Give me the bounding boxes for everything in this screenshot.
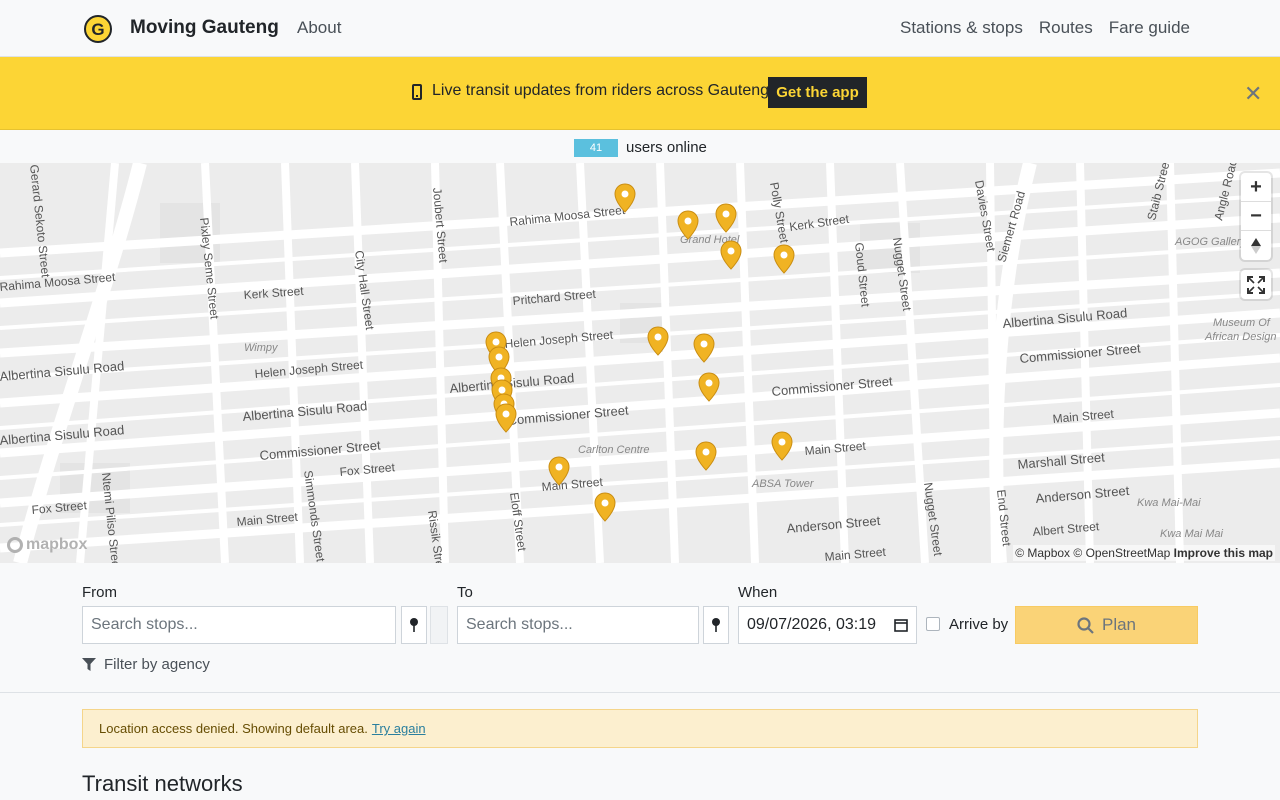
nav-right-links: Stations & stops Routes Fare guide — [900, 18, 1190, 38]
map-background[interactable]: Rahima Moosa Street Kerk Street Polly St… — [0, 163, 1280, 563]
stop-marker[interactable] — [693, 333, 715, 363]
datetime-input[interactable]: 09/07/2026, 03:19 — [738, 606, 917, 644]
to-label: To — [457, 584, 473, 601]
stop-marker[interactable] — [495, 403, 517, 433]
map-zoom-controls: + − — [1241, 173, 1271, 260]
stop-marker[interactable] — [771, 431, 793, 461]
map-label: Wimpy — [244, 342, 279, 354]
map-label: African Design — [1204, 331, 1277, 343]
nav-routes-link[interactable]: Routes — [1039, 18, 1093, 38]
banner-text: Live transit updates from riders across … — [432, 82, 774, 99]
from-input[interactable]: Search stops... — [82, 606, 396, 644]
mapbox-logo-icon — [7, 537, 23, 553]
to-input[interactable]: Search stops... — [457, 606, 699, 644]
map-attribution: © Mapbox © OpenStreetMap Improve this ma… — [1013, 545, 1275, 561]
nav-about-link[interactable]: About — [297, 18, 341, 38]
trip-planner-form: From Search stops... To Search stops... … — [0, 563, 1280, 693]
plan-button-label: Plan — [1101, 615, 1137, 634]
from-label: From — [82, 584, 117, 601]
fullscreen-icon[interactable] — [1241, 270, 1271, 299]
promo-banner: Live transit updates from riders across … — [0, 57, 1280, 130]
compass-icon[interactable] — [1241, 231, 1271, 260]
map-label: Museum Of — [1213, 317, 1271, 329]
try-again-link[interactable]: Try again — [372, 721, 426, 736]
when-label: When — [738, 584, 778, 601]
map-pin-icon — [712, 618, 720, 632]
map-label: AGOG Gallery — [1174, 236, 1247, 248]
map-label: Kwa Mai Mai — [1160, 528, 1224, 540]
svg-text:G: G — [91, 20, 104, 39]
map-pin-icon — [410, 618, 418, 632]
nav-fare-guide-link[interactable]: Fare guide — [1109, 18, 1190, 38]
map-label: Kwa Mai-Mai — [1137, 497, 1201, 509]
brand-name[interactable]: Moving Gauteng — [130, 17, 279, 39]
users-online-bar: 41 users online — [0, 130, 1280, 163]
stop-marker[interactable] — [594, 492, 616, 522]
phone-icon — [412, 84, 422, 100]
swap-button[interactable] — [430, 606, 448, 644]
calendar-icon[interactable] — [894, 618, 908, 632]
brand-logo-icon[interactable]: G — [82, 13, 114, 45]
stop-marker[interactable] — [695, 441, 717, 471]
datetime-value: 09/07/2026, 03:19 — [747, 616, 877, 633]
stop-marker[interactable] — [720, 240, 742, 270]
section-title: Transit networks — [82, 771, 243, 796]
nav-stations-link[interactable]: Stations & stops — [900, 18, 1023, 38]
stop-marker[interactable] — [715, 203, 737, 233]
improve-map-link[interactable]: Improve this map — [1174, 546, 1273, 560]
from-location-button[interactable] — [401, 606, 427, 644]
users-count-badge: 41 — [574, 139, 618, 157]
map-label: ABSA Tower — [751, 478, 815, 490]
stop-marker[interactable] — [548, 456, 570, 486]
get-app-button[interactable]: Get the app — [768, 77, 867, 108]
map[interactable]: Rahima Moosa Street Kerk Street Polly St… — [0, 163, 1280, 563]
stop-marker[interactable] — [698, 372, 720, 402]
alert-text: Location access denied. Showing default … — [99, 721, 368, 736]
mapbox-attribution-link[interactable]: © Mapbox — [1015, 546, 1070, 560]
to-location-button[interactable] — [703, 606, 729, 644]
mapbox-logo[interactable]: mapbox — [7, 536, 87, 554]
search-icon — [1077, 616, 1094, 634]
stop-marker[interactable] — [773, 244, 795, 274]
users-online-label: users online — [626, 139, 707, 156]
osm-attribution-link[interactable]: © OpenStreetMap — [1073, 546, 1170, 560]
plan-button[interactable]: Plan — [1015, 606, 1198, 644]
map-label: Carlton Centre — [578, 444, 650, 456]
filter-by-agency[interactable]: Filter by agency — [82, 656, 210, 673]
zoom-in-icon[interactable]: + — [1241, 173, 1271, 202]
arrive-by-checkbox[interactable] — [926, 617, 940, 631]
stop-marker[interactable] — [647, 326, 669, 356]
location-alert: Location access denied. Showing default … — [82, 709, 1198, 748]
stop-marker[interactable] — [614, 183, 636, 213]
stop-marker[interactable] — [677, 210, 699, 240]
filter-icon — [82, 658, 96, 671]
navbar: G Moving Gauteng About Stations & stops … — [0, 0, 1280, 57]
close-icon[interactable]: ✕ — [1244, 83, 1262, 105]
arrive-by-label[interactable]: Arrive by — [949, 616, 1008, 633]
zoom-out-icon[interactable]: − — [1241, 202, 1271, 231]
mapbox-logo-text: mapbox — [26, 536, 88, 553]
filter-label: Filter by agency — [104, 656, 210, 673]
